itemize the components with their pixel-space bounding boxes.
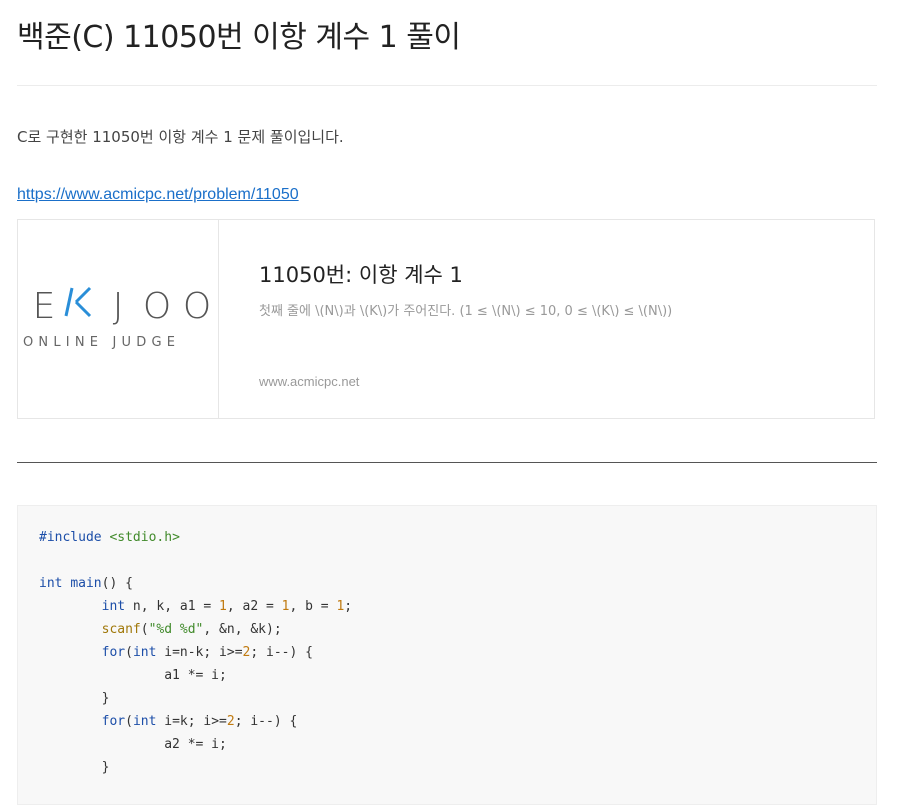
- code-token: n, k, a1 =: [125, 599, 220, 614]
- title-divider: [17, 85, 877, 86]
- code-token: for: [101, 645, 126, 660]
- code-token: }: [39, 760, 110, 775]
- baekjoon-logo: E J O O: [30, 285, 220, 327]
- code-token: scanf: [101, 622, 141, 637]
- post-intro: C로 구현한 11050번 이항 계수 1 문제 풀이입니다.: [17, 128, 344, 146]
- logo-k-glyph: [64, 286, 92, 317]
- code-token: <stdio.h>: [109, 530, 180, 545]
- code-token: () {: [101, 576, 133, 591]
- code-token: #include: [39, 530, 102, 545]
- card-description: 첫째 줄에 \(N\)과 \(K\)가 주어진다. (1 ≤ \(N\) ≤ 1…: [259, 304, 673, 319]
- code-token: int: [132, 645, 157, 660]
- code-line: #include <stdio.h>: [39, 526, 352, 549]
- link-preview-card[interactable]: E J O O ONLINE JUDGE 11050번: 이항 계수 1 첫째 …: [17, 219, 875, 419]
- code-line: a1 *= i;: [39, 664, 352, 687]
- logo-letter-j: J: [112, 285, 126, 327]
- code-line: scanf("%d %d", &n, &k);: [39, 618, 352, 641]
- card-title: 11050번: 이항 계수 1: [259, 263, 463, 287]
- code-token: 1: [219, 599, 227, 614]
- code-line: for(int i=k; i>=2; i--) {: [39, 710, 352, 733]
- code-token: ; i--) {: [234, 714, 298, 729]
- code-block: #include <stdio.h> int main() { int n, k…: [17, 505, 877, 805]
- logo-letter-o-2: O: [182, 285, 214, 327]
- code-token: i=k; i>=: [156, 714, 227, 729]
- logo-letter-o-1: O: [142, 285, 174, 327]
- code-token: int: [132, 714, 157, 729]
- logo-subtitle: ONLINE JUDGE: [23, 335, 181, 350]
- code-token: main: [70, 576, 102, 591]
- code-token: ;: [344, 599, 353, 614]
- code-token: 2: [226, 714, 235, 729]
- code-token: for: [101, 714, 126, 729]
- content-divider: [17, 462, 877, 463]
- code-token: }: [39, 691, 110, 706]
- card-domain: www.acmicpc.net: [259, 374, 360, 389]
- code-token: ; i--) {: [250, 645, 313, 660]
- code-line: }: [39, 687, 352, 710]
- card-thumbnail: E J O O ONLINE JUDGE: [18, 220, 219, 418]
- code-token: a1 *= i;: [39, 668, 227, 683]
- source-code: #include <stdio.h> int main() { int n, k…: [39, 526, 352, 779]
- logo-letter-e: E: [32, 285, 58, 327]
- code-token: a2 *= i;: [39, 737, 227, 752]
- code-token: int: [39, 576, 63, 591]
- code-token: i=n-k; i>=: [156, 645, 243, 660]
- code-line: int n, k, a1 = 1, a2 = 1, b = 1;: [39, 595, 352, 618]
- code-token: (: [125, 645, 133, 660]
- code-token: , a2 =: [226, 599, 282, 614]
- problem-link[interactable]: https://www.acmicpc.net/problem/11050: [17, 184, 299, 206]
- logo-letter-k: [60, 282, 100, 331]
- code-line: int main() {: [39, 572, 352, 595]
- code-token: "%d %d": [148, 622, 204, 637]
- code-line: a2 *= i;: [39, 733, 352, 756]
- code-token: int: [101, 599, 126, 614]
- code-token: (: [140, 622, 149, 637]
- code-line: for(int i=n-k; i>=2; i--) {: [39, 641, 352, 664]
- code-token: , &n, &k);: [203, 622, 282, 637]
- post-title: 백준(C) 11050번 이항 계수 1 풀이: [17, 20, 461, 55]
- code-token: , b =: [289, 599, 337, 614]
- code-token: (: [125, 714, 133, 729]
